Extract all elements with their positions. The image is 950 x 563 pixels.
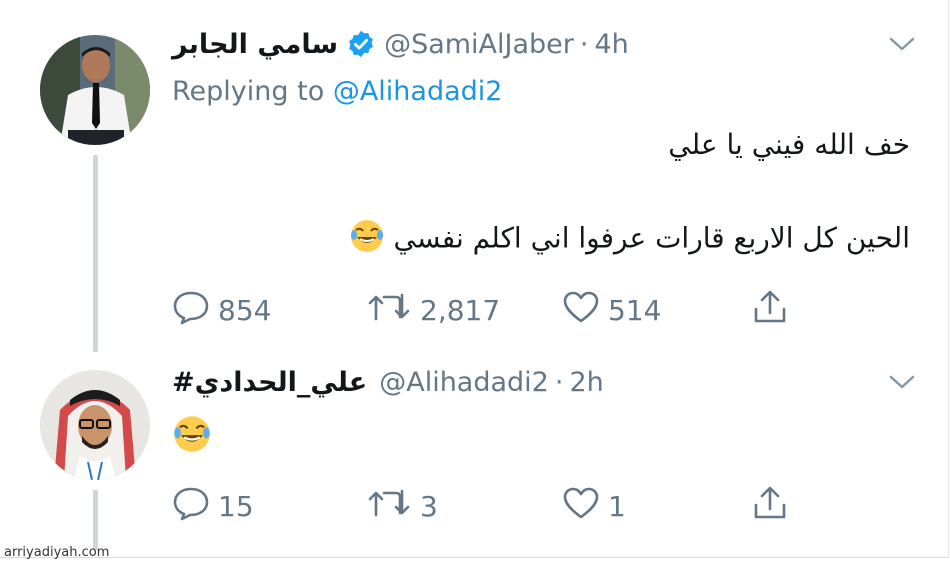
reply-icon bbox=[172, 485, 210, 528]
retweet-icon bbox=[366, 289, 412, 332]
tweet-header: #علي_الحدادي @Alihadadi2 · 2h bbox=[172, 362, 604, 402]
retweet-count: 2,817 bbox=[420, 293, 501, 327]
reply-icon bbox=[172, 289, 210, 332]
reply-button[interactable]: 15 bbox=[172, 484, 254, 528]
timestamp[interactable]: 4h bbox=[594, 29, 628, 60]
user-handle[interactable]: @Alihadadi2 bbox=[379, 367, 549, 398]
retweet-count: 3 bbox=[420, 489, 438, 523]
avatar-sami[interactable] bbox=[40, 35, 150, 145]
tweet-text-line-2-text: الحين كل الاربع قارات عرفوا اني اكلم نفس… bbox=[393, 221, 910, 255]
share-button[interactable] bbox=[750, 288, 790, 332]
watermark: arriyadiyah.com bbox=[4, 545, 110, 560]
chevron-down-icon[interactable] bbox=[889, 372, 915, 396]
tweet-text-line-2: الحين كل الاربع قارات عرفوا اني اكلم نفس… bbox=[349, 218, 910, 261]
retweet-icon bbox=[366, 485, 412, 528]
like-button[interactable]: 1 bbox=[562, 484, 626, 528]
retweet-button[interactable]: 2,817 bbox=[366, 288, 500, 332]
display-name[interactable]: #علي_الحدادي bbox=[172, 367, 367, 398]
timestamp[interactable]: 2h bbox=[569, 367, 603, 398]
retweet-button[interactable]: 3 bbox=[366, 484, 438, 528]
laughing-emoji-icon bbox=[349, 218, 385, 261]
share-icon bbox=[750, 287, 790, 334]
reply-button[interactable]: 854 bbox=[172, 288, 271, 332]
share-icon bbox=[750, 483, 790, 530]
mention-link[interactable]: @Alihadadi2 bbox=[333, 76, 503, 107]
verified-badge-icon bbox=[346, 29, 376, 59]
reply-count: 854 bbox=[218, 293, 272, 327]
like-icon bbox=[562, 485, 600, 528]
avatar-ali[interactable] bbox=[40, 370, 150, 480]
tweet-actions: 854 2,817 514 bbox=[172, 288, 812, 332]
thread-line-bottom bbox=[93, 490, 98, 550]
like-count: 514 bbox=[608, 293, 662, 327]
display-name[interactable]: سامي الجابر bbox=[172, 29, 338, 60]
replying-to: Replying to @Alihadadi2 bbox=[172, 76, 502, 107]
laughing-emoji-icon bbox=[172, 414, 212, 458]
reply-count: 15 bbox=[218, 489, 254, 523]
share-button[interactable] bbox=[750, 484, 790, 528]
like-icon bbox=[562, 289, 600, 332]
thread-line-top bbox=[93, 155, 98, 352]
tweet-text-line-1: خف الله فيني يا علي bbox=[668, 128, 910, 161]
dot-separator: · bbox=[579, 28, 589, 60]
user-handle[interactable]: @SamiAlJaber bbox=[384, 29, 574, 60]
dot-separator: · bbox=[554, 366, 564, 398]
like-button[interactable]: 514 bbox=[562, 288, 661, 332]
tweet-header: سامي الجابر @SamiAlJaber · 4h bbox=[172, 24, 629, 64]
replying-label: Replying to bbox=[172, 76, 333, 107]
like-count: 1 bbox=[608, 489, 626, 523]
tweet-actions: 15 3 1 bbox=[172, 484, 812, 528]
chevron-down-icon[interactable] bbox=[889, 34, 915, 58]
